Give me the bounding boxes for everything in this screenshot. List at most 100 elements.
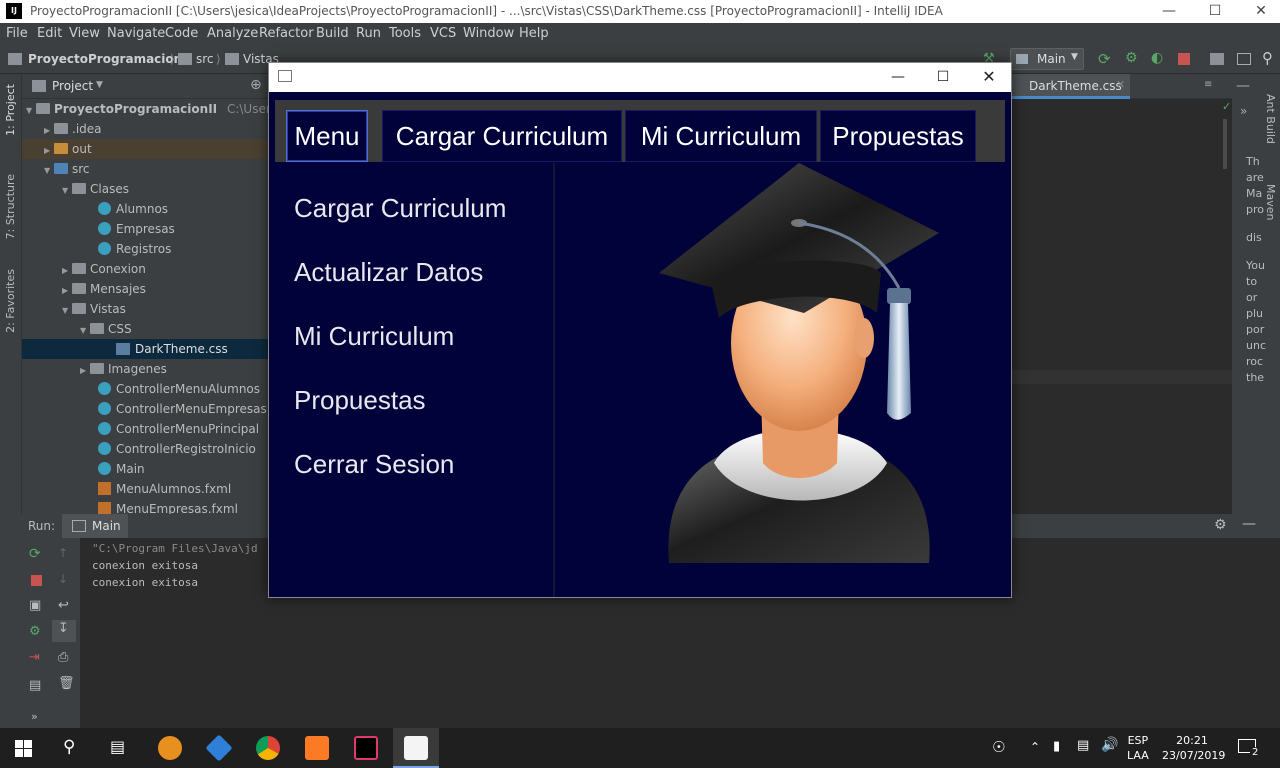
tree-item-controller-menu-empresas[interactable]: ControllerMenuEmpresas [98, 399, 267, 419]
project-tool-tab[interactable]: 1: Project [4, 84, 17, 136]
windows-start-icon[interactable] [15, 740, 32, 757]
tree-item-controller-menu-principal[interactable]: ControllerMenuPrincipal [98, 419, 259, 439]
menu-file[interactable]: File [6, 26, 28, 41]
project-panel-title[interactable]: Project [52, 79, 93, 93]
tree-item-mensajes[interactable]: ▶ Mensajes [62, 279, 146, 299]
menu-item-mi-curriculum[interactable]: Mi Curriculum [294, 321, 454, 352]
expand-icon[interactable]: » [1240, 104, 1247, 118]
camera-icon[interactable]: ▣ [29, 598, 41, 613]
chrome-icon[interactable] [256, 736, 280, 760]
tab-mi-curriculum[interactable]: Mi Curriculum [625, 110, 817, 162]
tree-item-imagenes[interactable]: ▶ Imagenes [80, 359, 167, 379]
menu-window[interactable]: Window [463, 26, 514, 41]
tree-item-menu-empresas-fxml[interactable]: MenuEmpresas.fxml [98, 499, 238, 514]
tree-item-conexion[interactable]: ▶ Conexion [62, 259, 146, 279]
clock[interactable]: 20:21 23/07/2019 [1162, 733, 1225, 763]
cortana-app-icon[interactable] [158, 736, 182, 760]
minimize-panel-icon[interactable]: — [1236, 78, 1250, 94]
network-icon[interactable]: ▤ [1077, 738, 1089, 753]
tree-item-project-root[interactable]: ▼ ProyectoProgramacionII C:\Users\jesi [26, 99, 268, 119]
soft-wrap-icon[interactable]: ↩ [58, 598, 69, 613]
settings-gear-icon[interactable]: ⚙ [1214, 517, 1227, 533]
more-icon[interactable]: » [31, 710, 38, 723]
debug-bug-icon[interactable]: ⚙ [1125, 50, 1138, 66]
rerun-icon[interactable]: ⟳ [1098, 50, 1111, 68]
app-maximize-icon[interactable]: ☐ [923, 67, 963, 87]
battery-icon[interactable]: ▮ [1053, 739, 1060, 754]
intellij-taskbar-icon[interactable] [354, 736, 378, 760]
project-structure-icon[interactable] [1210, 53, 1224, 65]
exit-icon[interactable]: ⇥ [29, 650, 40, 665]
tab-cargar-curriculum[interactable]: Cargar Curriculum [382, 110, 622, 162]
tab-propuestas[interactable]: Propuestas [820, 110, 976, 162]
menu-item-cerrar-sesion[interactable]: Cerrar Sesion [294, 449, 454, 480]
menu-analyze[interactable]: Analyze [207, 26, 258, 41]
xampp-icon[interactable] [305, 736, 329, 760]
app-minimize-icon[interactable]: — [878, 67, 918, 87]
volume-icon[interactable]: 🔊 [1101, 737, 1118, 753]
minimize-icon[interactable]: — [1146, 0, 1192, 23]
close-icon[interactable]: ✕ [1238, 0, 1280, 23]
chevron-up-icon[interactable]: ⌃ [1030, 740, 1040, 754]
language-indicator[interactable]: ESP LAA [1127, 733, 1149, 763]
editor-scrollbar[interactable] [1223, 119, 1227, 169]
run-config-select[interactable]: Main ▼ [1010, 48, 1084, 70]
tree-item-empresas[interactable]: Empresas [98, 219, 175, 239]
target-icon[interactable]: ⊕ [250, 77, 262, 93]
close-tab-icon[interactable]: ✕ [1116, 78, 1125, 91]
favorites-tool-tab[interactable]: 2: Favorites [4, 269, 17, 333]
stop-icon[interactable] [1178, 53, 1190, 65]
menu-vcs[interactable]: VCS [430, 26, 456, 41]
tree-item-out[interactable]: ▶ out [22, 139, 268, 159]
people-icon[interactable]: ☉ [992, 738, 1005, 756]
run-tab-main[interactable]: Main [62, 514, 128, 538]
console-output[interactable]: "C:\Program Files\Java\jd conexion exitos… [92, 540, 258, 591]
stop-icon[interactable] [31, 575, 42, 586]
menu-item-actualizar-datos[interactable]: Actualizar Datos [294, 257, 483, 288]
debug-icon[interactable]: ⚙ [29, 624, 41, 639]
structure-tool-tab[interactable]: 7: Structure [4, 174, 17, 239]
menu-edit[interactable]: Edit [37, 26, 62, 41]
java-app-taskbar-button[interactable] [393, 728, 439, 768]
search-icon[interactable]: ⚲ [63, 737, 75, 757]
menu-build[interactable]: Build [316, 26, 349, 41]
layout-icon[interactable] [1237, 53, 1251, 65]
task-view-icon[interactable]: ▤ [110, 737, 125, 756]
tree-item-idea[interactable]: ▶ .idea [44, 119, 268, 139]
tree-item-clases[interactable]: ▼ Clases [62, 179, 129, 199]
menu-run[interactable]: Run [356, 26, 381, 41]
ant-build-tool-tab[interactable]: Ant Build [1264, 94, 1277, 144]
tree-item-alumnos[interactable]: Alumnos [98, 199, 168, 219]
tree-item-menu-alumnos-fxml[interactable]: MenuAlumnos.fxml [98, 479, 231, 499]
rerun-icon[interactable]: ⟳ [29, 546, 41, 562]
down-arrow-icon[interactable]: ↓ [58, 572, 68, 586]
tree-item-css[interactable]: ▼ CSS [80, 319, 132, 339]
up-arrow-icon[interactable]: ↑ [58, 546, 68, 560]
maximize-icon[interactable]: ☐ [1192, 0, 1238, 23]
coverage-icon[interactable]: ◐ [1151, 50, 1163, 66]
trash-icon[interactable]: 🗑 [58, 676, 75, 691]
menu-item-propuestas[interactable]: Propuestas [294, 385, 426, 416]
layout-icon[interactable]: ▤ [29, 678, 41, 693]
tree-item-controller-registro-inicio[interactable]: ControllerRegistroInicio [98, 439, 256, 459]
app-icon[interactable] [205, 734, 233, 762]
breadcrumb-project[interactable]: ProyectoProgramacionII [28, 52, 191, 66]
hide-panel-icon[interactable]: — [1242, 516, 1256, 532]
menu-help[interactable]: Help [519, 26, 549, 41]
menu-item-cargar-curriculum[interactable]: Cargar Curriculum [294, 193, 506, 224]
app-close-icon[interactable]: ✕ [969, 67, 1009, 87]
menu-view[interactable]: View [69, 26, 100, 41]
menu-refactor[interactable]: Refactor [259, 26, 314, 41]
breadcrumb-src[interactable]: src [196, 52, 214, 66]
menu-tools[interactable]: Tools [389, 26, 421, 41]
search-icon[interactable]: ⚲ [1262, 49, 1273, 67]
editor-tab-darktheme[interactable]: DarkTheme.css ✕ [1012, 74, 1130, 99]
tree-item-darktheme-css[interactable]: DarkTheme.css [22, 339, 268, 359]
print-icon[interactable]: ⎙ [58, 650, 68, 665]
scroll-to-end-button[interactable]: ↧ [52, 620, 76, 642]
tree-item-registros[interactable]: Registros [98, 239, 171, 259]
menu-navigate[interactable]: Navigate [107, 26, 165, 41]
chevron-down-icon[interactable]: ▼ [96, 80, 103, 90]
menu-code[interactable]: Code [165, 26, 198, 41]
tab-list-icon[interactable]: ≡ [1204, 79, 1212, 90]
